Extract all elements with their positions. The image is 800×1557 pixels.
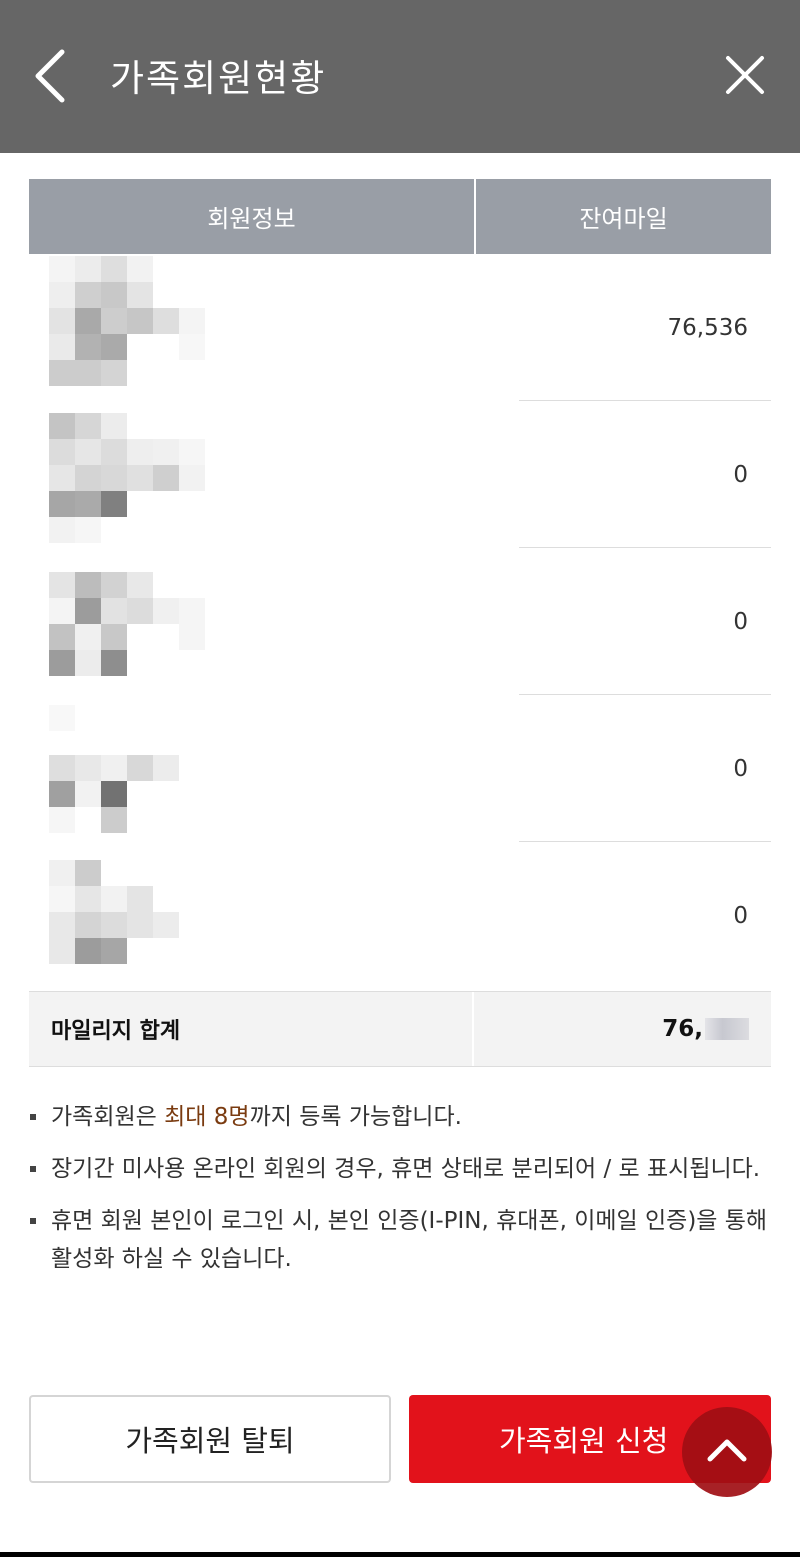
table-row: 0 <box>29 548 771 695</box>
leave-family-button[interactable]: 가족회원 탈퇴 <box>29 1395 391 1483</box>
member-info-blurred <box>49 697 209 833</box>
page-title: 가족회원현황 <box>110 57 327 100</box>
column-remaining-mileage: 잔여마일 <box>579 205 668 233</box>
row-mileage-value: 0 <box>733 755 748 782</box>
top-header: 가족회원현황 <box>0 0 800 153</box>
table-row: 0 <box>29 842 771 989</box>
row-mileage-value: 0 <box>733 461 748 488</box>
bottom-bar <box>0 1552 800 1557</box>
table-header: 회원정보 잔여마일 <box>29 179 771 254</box>
member-info-blurred <box>49 550 209 680</box>
total-value-text: 76, <box>662 1016 703 1042</box>
table-row: 0 <box>29 401 771 548</box>
member-info-blurred <box>49 844 209 974</box>
mileage-total-row: 마일리지 합계 76, <box>29 991 771 1067</box>
total-label: 마일리지 합계 <box>29 992 474 1066</box>
column-member-info: 회원정보 <box>29 179 476 254</box>
chevron-left-icon <box>35 49 65 103</box>
table-row: 0 <box>29 695 771 842</box>
close-icon <box>726 56 764 94</box>
close-button[interactable] <box>712 42 778 108</box>
chevron-up-icon <box>707 1439 747 1462</box>
total-value-blurred <box>705 1018 749 1040</box>
notice-item: 가족회원은 최대 8명까지 등록 가능합니다. <box>29 1098 771 1136</box>
row-mileage-value: 76,536 <box>667 314 748 341</box>
table-row: 76,536 <box>29 254 771 401</box>
notice-highlight: 최대 8명 <box>164 1104 250 1130</box>
scroll-top-button[interactable] <box>682 1407 772 1497</box>
notice-item: 장기간 미사용 온라인 회원의 경우, 휴면 상태로 분리되어 / 로 표시됩니… <box>29 1150 771 1188</box>
notice-item: 휴면 회원 본인이 로그인 시, 본인 인증(I-PIN, 휴대폰, 이메일 인… <box>29 1202 771 1278</box>
row-mileage-value: 0 <box>733 608 748 635</box>
total-value: 76, <box>474 992 771 1066</box>
notice-list: 가족회원은 최대 8명까지 등록 가능합니다. 장기간 미사용 온라인 회원의 … <box>29 1098 771 1292</box>
back-button[interactable] <box>22 40 82 110</box>
member-info-blurred <box>49 403 209 543</box>
member-info-blurred <box>49 256 209 386</box>
row-mileage-value: 0 <box>733 902 748 929</box>
